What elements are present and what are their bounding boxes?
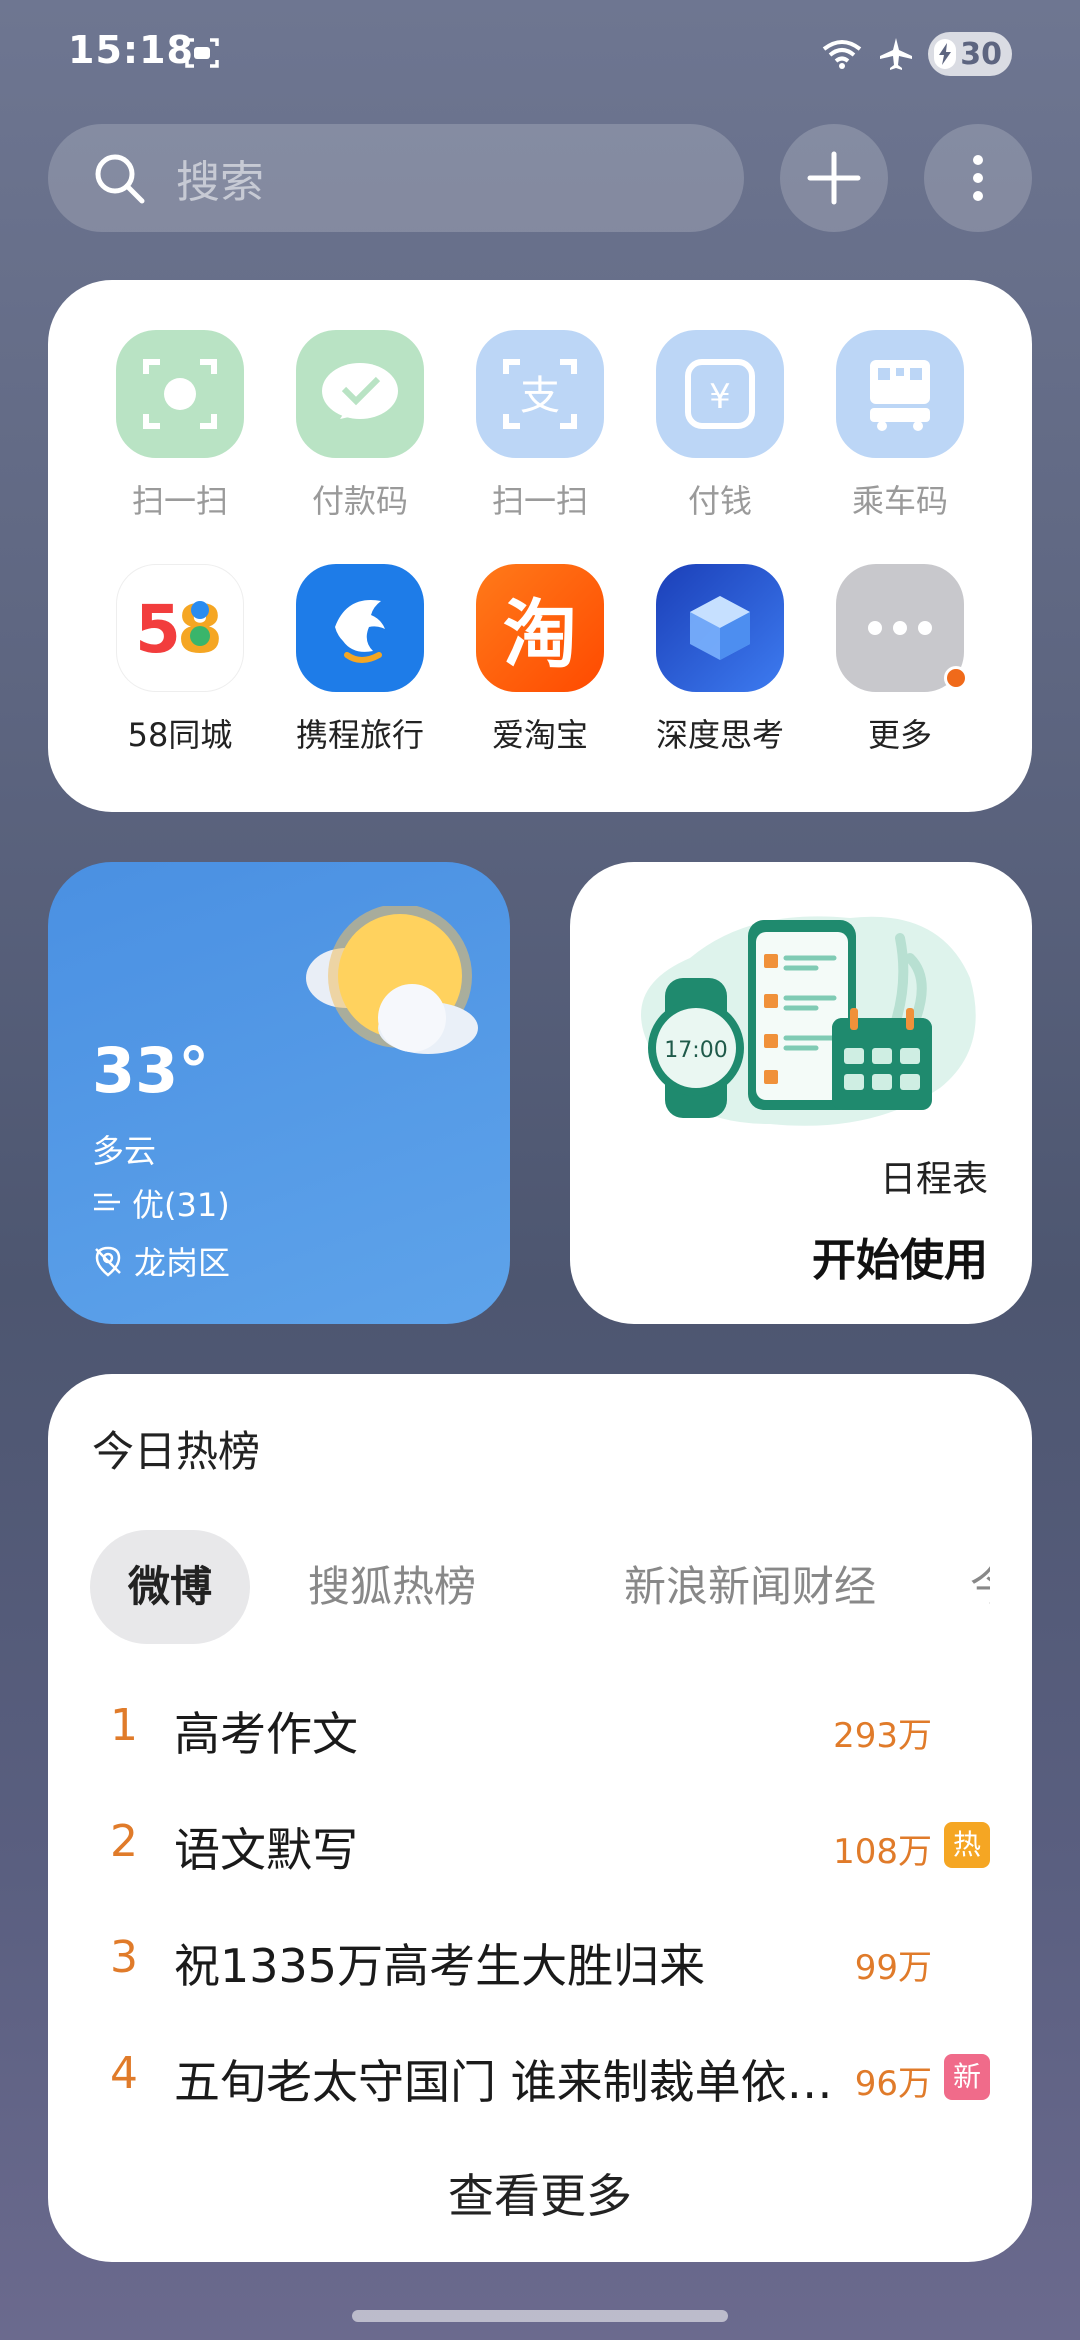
wechat-pay-icon — [296, 330, 424, 458]
more-dots-icon — [836, 564, 968, 692]
item-count: 108万 — [833, 1832, 932, 1872]
item-count: 293万 — [833, 1716, 932, 1756]
app-more[interactable]: 更多 — [825, 564, 975, 756]
taobao-icon: 淘 — [476, 564, 604, 692]
app-label: 携程旅行 — [295, 716, 424, 754]
weather-location: 龙岗区 — [92, 1238, 230, 1284]
58-logo-icon: 5 8 — [116, 564, 244, 692]
item-title: 语文默写 — [174, 1823, 358, 1877]
air-quality: 优(31) — [92, 1180, 230, 1226]
deep-think-cube-icon — [656, 564, 784, 692]
battery-percent: 30 — [960, 36, 1002, 72]
app-wechat-pay[interactable]: 付款码 — [285, 330, 435, 522]
tab-sohu[interactable]: 搜狐热榜 — [308, 1530, 476, 1644]
ctrip-dolphin-icon — [296, 564, 424, 692]
hot-list-item[interactable]: 2 语文默写 108万 热 — [48, 1808, 1032, 1888]
plus-icon — [807, 151, 861, 205]
search-placeholder: 搜索 — [176, 157, 264, 208]
menu-button[interactable] — [924, 124, 1032, 232]
app-label: 乘车码 — [851, 482, 948, 520]
status-bar: 15:18 30 — [0, 0, 1080, 110]
hot-list-item[interactable]: 4 五旬老太守国门 谁来制裁单依… 96万 新 — [48, 2040, 1032, 2120]
app-label: 深度思考 — [655, 716, 784, 754]
app-label: 更多 — [867, 716, 932, 754]
weather-widget[interactable]: 33° 多云 优(31) 龙岗区 — [48, 862, 510, 1324]
partly-cloudy-icon — [306, 906, 478, 1054]
weather-temperature: 33° — [92, 1034, 210, 1107]
view-more-button[interactable]: 查看更多 — [48, 2160, 1032, 2226]
tab-sina-finance[interactable]: 新浪新闻财经 — [624, 1530, 876, 1644]
bus-code-icon — [836, 330, 964, 458]
notification-dot — [944, 666, 968, 690]
taobao-glyph: 淘 — [503, 591, 577, 678]
item-title: 祝1335万高考生大胜归来 — [174, 1939, 706, 1993]
app-ctrip[interactable]: 携程旅行 — [285, 564, 435, 756]
location-off-icon — [95, 1246, 121, 1277]
add-button[interactable] — [780, 124, 888, 232]
location-name: 龙岗区 — [134, 1244, 231, 1282]
item-count: 96万 — [854, 2064, 932, 2104]
app-wechat-scan[interactable]: 扫一扫 — [105, 330, 255, 522]
app-label: 扫一扫 — [491, 482, 588, 520]
hot-list-title: 今日热榜 — [92, 1427, 261, 1476]
alipay-scan-icon: 支 — [476, 330, 604, 458]
wechat-scan-icon — [116, 330, 244, 458]
item-rank: 2 — [110, 1816, 138, 1867]
airplane-icon — [880, 38, 913, 70]
app-alipay-pay[interactable]: ¥ 付钱 — [645, 330, 795, 522]
svg-text:5: 5 — [135, 591, 181, 668]
wifi-icon — [823, 40, 862, 69]
home-indicator[interactable] — [352, 2310, 728, 2322]
hot-list-tabs: 微博 搜狐热榜 新浪新闻财经 今日 — [90, 1530, 990, 1644]
app-label: 付钱 — [687, 482, 752, 520]
app-bus-code[interactable]: 乘车码 — [825, 330, 975, 522]
schedule-title: 日程表 — [879, 1159, 988, 1200]
hot-list-item[interactable]: 1 高考作文 293万 — [48, 1692, 1032, 1772]
item-rank: 1 — [110, 1700, 138, 1751]
quick-apps-card: 扫一扫 付款码 支 扫一扫 ¥ 付钱 乘车码 5 58同城 携程旅行 淘 爱淘宝… — [48, 280, 1032, 812]
item-title: 高考作文 — [174, 1707, 358, 1761]
status-time: 15:18 — [68, 28, 194, 72]
app-taobao[interactable]: 淘 爱淘宝 — [465, 564, 615, 756]
search-bar[interactable]: 搜索 — [48, 124, 744, 232]
air-quality-value: 优(31) — [132, 1186, 230, 1224]
schedule-widget[interactable]: 17:00 日程表 开始使用 — [570, 862, 1032, 1324]
svg-text:支: 支 — [520, 373, 560, 419]
hot-list-item[interactable]: 3 祝1335万高考生大胜归来 99万 — [48, 1924, 1032, 2004]
app-label: 58同城 — [127, 716, 233, 754]
hot-list-card: 今日热榜 微博 搜狐热榜 新浪新闻财经 今日 1 高考作文 293万 2 语文默… — [48, 1374, 1032, 2262]
tab-weibo[interactable]: 微博 — [90, 1530, 251, 1644]
app-label: 爱淘宝 — [491, 716, 588, 754]
status-icons: 30 — [820, 32, 1012, 76]
item-title: 五旬老太守国门 谁来制裁单依… — [174, 2055, 833, 2109]
svg-text:¥: ¥ — [709, 377, 731, 417]
screen-record-icon — [185, 38, 219, 68]
app-58[interactable]: 5 8 58同城 — [105, 564, 255, 756]
air-quality-icon — [94, 1193, 120, 1211]
schedule-start-button[interactable]: 开始使用 — [812, 1224, 988, 1288]
item-count: 99万 — [854, 1948, 932, 1988]
hot-badge: 热 — [944, 1822, 990, 1868]
search-icon — [95, 154, 145, 204]
weather-condition: 多云 — [92, 1132, 157, 1170]
charging-icon — [934, 39, 957, 69]
app-label: 付款码 — [311, 482, 408, 520]
new-badge: 新 — [944, 2054, 990, 2100]
watch-time: 17:00 — [664, 1038, 727, 1063]
alipay-pay-icon: ¥ — [656, 330, 784, 458]
item-rank: 3 — [110, 1932, 138, 1983]
item-rank: 4 — [110, 2048, 138, 2099]
schedule-illustration: 17:00 — [641, 916, 976, 1126]
app-alipay-scan[interactable]: 支 扫一扫 — [465, 330, 615, 522]
app-deep-think[interactable]: 深度思考 — [645, 564, 795, 756]
tab-today[interactable]: 今日 — [970, 1530, 990, 1644]
app-label: 扫一扫 — [131, 482, 228, 520]
more-vertical-icon — [973, 155, 983, 201]
battery-indicator: 30 — [928, 32, 1012, 76]
